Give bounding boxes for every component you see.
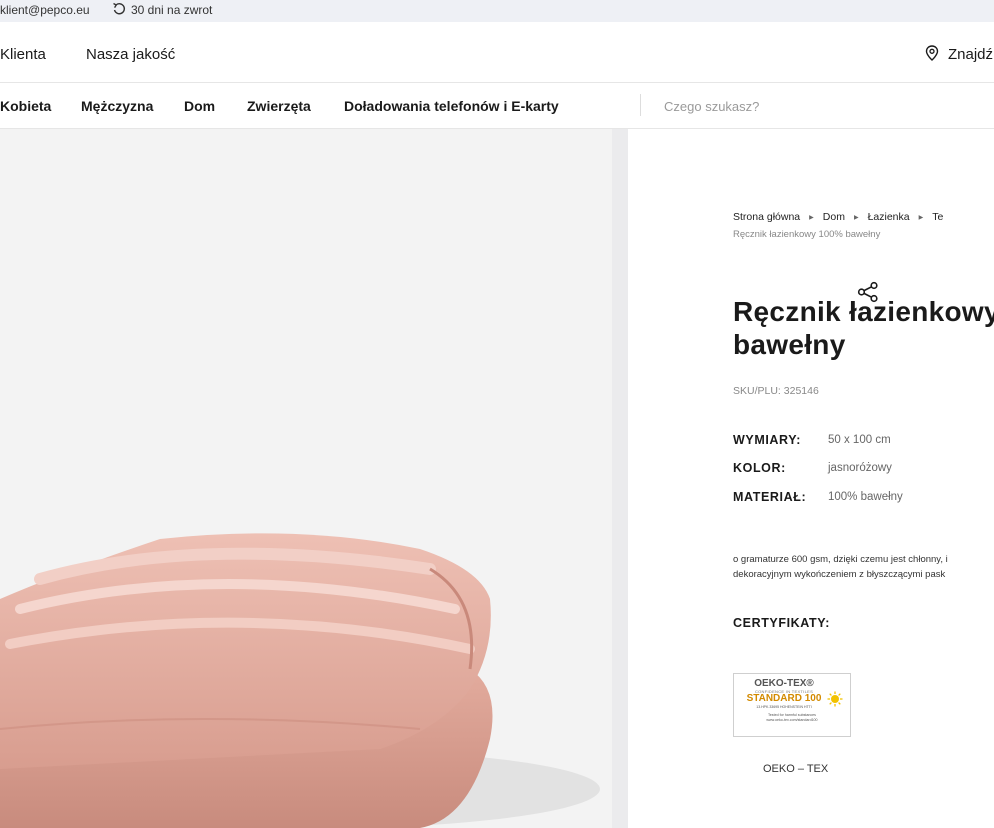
product-title: Ręcznik łazienkowy bawełny [733,295,994,361]
nav-item-dom[interactable]: Dom [184,98,215,114]
customer-zone-link[interactable]: Klienta [0,46,46,63]
attribute-value: 50 x 100 cm [828,434,891,446]
nav-item-zwierzeta[interactable]: Zwierzęta [247,98,311,114]
main-header: Klienta Nasza jakość Znajdź [0,22,994,83]
nav-item-kobieta[interactable]: Kobieta [0,98,51,114]
description-line: dekoracyjnym wykończeniem z błyszczącymi… [733,569,946,580]
breadcrumb-current: Ręcznik łazienkowy 100% bawełny [733,229,881,240]
returns-info[interactable]: 30 dni na zwrot [131,3,212,17]
breadcrumb-separator-icon: ▶ [853,214,859,221]
our-quality-link[interactable]: Nasza jakość [86,46,175,63]
breadcrumb-item-dom[interactable]: Dom [823,211,845,223]
share-icon[interactable] [857,281,879,303]
location-pin-icon [925,45,939,61]
search-input[interactable] [664,96,994,116]
contact-email[interactable]: klient@pepco.eu [0,3,90,17]
product-title-line2: bawełny [733,329,846,360]
breadcrumb: Strona główna ▶ Dom ▶ Łazienka ▶ Te [733,211,943,223]
attribute-key: KOLOR: [733,461,786,475]
attribute-key: MATERIAŁ: [733,490,807,504]
attribute-value: 100% bawełny [828,491,903,503]
return-arrow-icon [113,2,126,15]
breadcrumb-item-home[interactable]: Strona główna [733,211,800,223]
towel-illustration [0,129,628,828]
attribute-value: jasnoróżowy [828,462,892,474]
badge-tested-line: www.oeko-tex.com/standard100 [766,718,818,722]
breadcrumb-item-te[interactable]: Te [932,211,943,223]
product-description: o gramaturze 600 gsm, dzięki czemu jest … [733,552,948,582]
breadcrumb-item-lazienka[interactable]: Łazienka [868,211,910,223]
badge-code: 13.HPK.33695 HOHENSTEIN HTTI [756,705,812,709]
category-nav: Kobieta Mężczyzna Dom Zwierzęta Doładowa… [0,82,994,129]
image-scroll-gutter [612,129,628,828]
top-utility-bar: klient@pepco.eu 30 dni na zwrot [0,0,994,22]
attribute-key: WYMIARY: [733,433,801,447]
nav-item-doladowania[interactable]: Doładowania telefonów i E-karty [344,98,559,114]
badge-standard: STANDARD 100 [746,693,822,704]
nav-item-mezczyzna[interactable]: Mężczyzna [81,98,153,114]
find-store-link[interactable]: Znajdź [948,46,993,63]
breadcrumb-separator-icon: ▶ [918,214,924,221]
breadcrumb-separator-icon: ▶ [809,214,814,221]
product-image[interactable] [0,129,628,828]
sun-icon [827,691,843,707]
badge-tested: Tested for harmful substances www.oeko-t… [734,713,850,723]
product-info-panel: Strona główna ▶ Dom ▶ Łazienka ▶ Te Ręcznik ła… [629,129,994,828]
description-line: o gramaturze 600 gsm, dzięki czemu jest … [733,554,948,565]
nav-divider [640,94,641,116]
certificates-heading: CERTYFIKATY: [733,616,831,630]
product-sku: SKU/PLU: 325146 [733,385,819,397]
badge-brand: OEKO-TEX® [754,678,814,689]
oeko-tex-badge[interactable]: OEKO-TEX® CONFIDENCE IN TEXTILES STANDAR… [733,673,851,737]
certificate-label: OEKO – TEX [763,763,829,775]
